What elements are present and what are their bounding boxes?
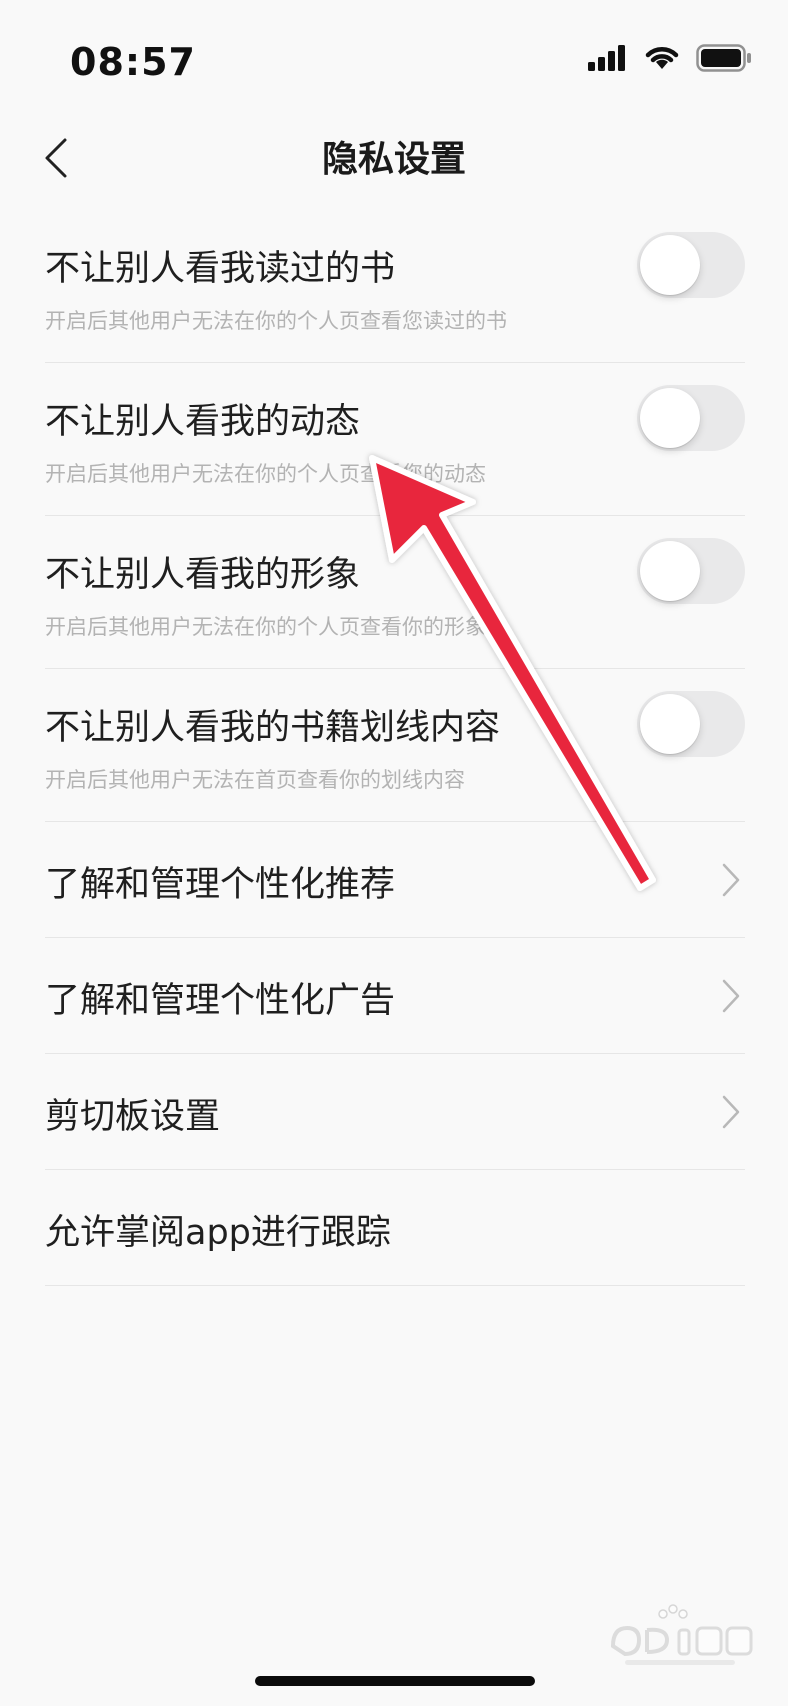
hide-read-books-toggle[interactable] [637,232,745,298]
chevron-right-icon [722,1095,740,1129]
setting-hide-avatar: 不让别人看我的形象 开启后其他用户无法在你的个人页查看你的形象 [45,516,745,669]
setting-description: 开启后其他用户无法在你的个人页查看你的形象 [45,615,486,639]
hide-highlights-toggle[interactable] [637,691,745,757]
status-icons [588,44,752,72]
setting-title: 允许掌阅app进行跟踪 [45,1213,391,1253]
chevron-right-icon [722,863,740,897]
setting-title: 不让别人看我的动态 [45,402,361,442]
setting-description: 开启后其他用户无法在你的个人页查看您的动态 [45,462,486,486]
setting-title: 了解和管理个性化推荐 [45,865,396,905]
hide-avatar-toggle[interactable] [637,538,745,604]
toggle-knob [640,694,700,754]
setting-title: 了解和管理个性化广告 [45,981,396,1021]
setting-hide-activity: 不让别人看我的动态 开启后其他用户无法在你的个人页查看您的动态 [45,363,745,516]
battery-icon [696,44,751,72]
toggle-knob [640,388,700,448]
cellular-signal-icon [588,45,625,71]
setting-title: 不让别人看我的书籍划线内容 [45,708,501,748]
allow-tracking-row[interactable]: 允许掌阅app进行跟踪 [45,1170,745,1286]
chevron-right-icon [722,979,740,1013]
home-indicator[interactable] [255,1676,535,1686]
personalized-ads-row[interactable]: 了解和管理个性化广告 [45,938,745,1054]
setting-title: 不让别人看我的形象 [45,555,361,595]
clipboard-settings-row[interactable]: 剪切板设置 [45,1054,745,1170]
toggle-knob [640,541,700,601]
setting-description: 开启后其他用户无法在首页查看你的划线内容 [45,768,465,792]
setting-description: 开启后其他用户无法在你的个人页查看您读过的书 [45,309,507,333]
settings-list: 不让别人看我读过的书 开启后其他用户无法在你的个人页查看您读过的书 不让别人看我… [45,210,745,1286]
hide-activity-toggle[interactable] [637,385,745,451]
page-title: 隐私设置 [321,139,466,180]
personalized-recommendation-row[interactable]: 了解和管理个性化推荐 [45,822,745,938]
baidu-jingyan-watermark-logo [610,1604,753,1665]
setting-hide-highlights: 不让别人看我的书籍划线内容 开启后其他用户无法在首页查看你的划线内容 [45,669,745,822]
setting-hide-read-books: 不让别人看我读过的书 开启后其他用户无法在你的个人页查看您读过的书 [45,210,745,363]
toggle-knob [640,235,700,295]
status-time: 08:57 [70,40,196,84]
setting-title: 剪切板设置 [45,1097,221,1137]
wifi-icon [645,47,679,69]
nav-bar: 隐私设置 [0,100,788,210]
setting-title: 不让别人看我读过的书 [45,249,396,289]
